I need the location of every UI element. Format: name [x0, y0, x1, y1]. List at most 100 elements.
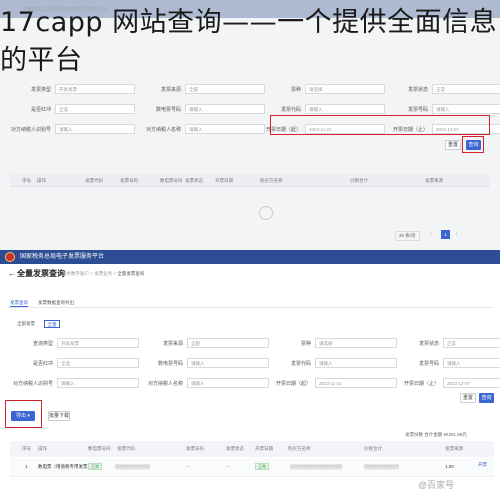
- bottom-field-input[interactable]: 请输入: [315, 358, 397, 368]
- summary-text: 发票份数 合计金额 ¥5351.96元: [405, 432, 467, 437]
- bottom-field-label: 查询类型: [32, 341, 53, 347]
- top-reset-button[interactable]: 重置: [445, 140, 461, 150]
- top-prev-page-icon[interactable]: ‹: [430, 231, 432, 236]
- bottom-field-input[interactable]: 全部: [187, 338, 269, 348]
- bottom-field-label: 发票号码: [418, 361, 439, 367]
- bottom-column-header: 开票日期: [255, 446, 273, 451]
- top-field-label: 票种: [290, 87, 301, 93]
- top-date-range-highlight: [270, 115, 490, 135]
- top-column-header: 购买方名称: [260, 178, 283, 183]
- top-next-page-icon[interactable]: ›: [456, 231, 458, 236]
- top-field-label: 是否红冲: [30, 107, 51, 113]
- bottom-field-input[interactable]: 全选: [57, 358, 139, 368]
- row-type: 数电票（增值税专用发票）: [38, 464, 92, 469]
- top-field-label: 发票代码: [280, 107, 301, 113]
- tax-emblem-icon: [5, 252, 15, 262]
- top-column-header: 发票代码: [85, 178, 103, 183]
- sub-tab-full-chip[interactable]: 全量: [44, 320, 60, 328]
- top-field-label: 发票号码: [407, 107, 428, 113]
- export-button[interactable]: 导出 ▾: [11, 411, 35, 421]
- export-label: 导出: [16, 413, 27, 419]
- top-field-label: 对方纳税人识别号: [10, 127, 51, 133]
- bottom-field-label: 发票状态: [418, 341, 439, 347]
- bottom-field-input[interactable]: 请输入: [443, 358, 500, 368]
- top-column-header: 数电票号码: [160, 178, 183, 183]
- row-view-link[interactable]: 开票: [478, 462, 487, 468]
- top-field-input[interactable]: 请输入: [305, 104, 385, 114]
- bottom-field-label: 是否红冲: [32, 361, 53, 367]
- top-current-page[interactable]: 1: [441, 230, 450, 239]
- row-invoice-number-blurred: ▒▒▒▒▒▒▒▒▒▒▒▒: [115, 464, 150, 469]
- bottom-column-header: 数电票号码: [88, 446, 111, 451]
- row-amount: 1.00: [445, 464, 454, 469]
- row-code-empty: —: [186, 464, 191, 469]
- bottom-field-label: 票种: [300, 341, 311, 347]
- top-field-input[interactable]: 正常: [432, 84, 500, 94]
- bottom-field-input[interactable]: 请输入: [187, 378, 269, 388]
- top-field-input[interactable]: 全选: [55, 104, 135, 114]
- bottom-query-button[interactable]: 查询: [479, 393, 494, 403]
- bottom-reset-button[interactable]: 重置: [460, 393, 476, 403]
- top-column-header: 发票号码: [120, 178, 138, 183]
- breadcrumb: 税务数字账户 > 发票业务 > 全量发票查询: [62, 271, 145, 276]
- row-status-badge: 正常: [88, 463, 102, 470]
- bottom-field-input[interactable]: 请选择: [315, 338, 397, 348]
- bottom-field-input[interactable]: 请输入: [187, 358, 269, 368]
- top-page-size-select[interactable]: 20 条/页: [395, 231, 420, 241]
- bottom-column-header: 价税合计: [364, 446, 382, 451]
- watermark: @百家号: [418, 480, 455, 490]
- bottom-field-input[interactable]: 开具发票: [57, 338, 139, 348]
- top-field-label: 数电票号码: [155, 107, 181, 113]
- bottom-field-label: 开票日期（起）: [275, 381, 311, 387]
- top-field-input[interactable]: 请输入: [432, 104, 500, 114]
- bottom-column-header: 购买方名称: [288, 446, 311, 451]
- top-field-label: 发票来源: [160, 87, 181, 93]
- top-field-label: 发票类型: [30, 87, 51, 93]
- top-query-button[interactable]: 查询: [466, 140, 481, 150]
- top-field-input[interactable]: 请输入: [55, 124, 135, 134]
- empty-state-icon: [259, 206, 273, 220]
- bottom-column-header: 发票号码: [186, 446, 204, 451]
- row-buyer-blurred: ▒▒▒▒▒▒▒▒▒▒▒▒▒▒▒▒▒▒: [290, 464, 342, 469]
- row-seller-blurred: ▒▒▒▒▒▒▒▒▒▒▒▒: [364, 464, 399, 469]
- top-table-divider: [10, 186, 490, 187]
- top-column-header: 操作: [37, 178, 46, 183]
- overlay-title: 17capp 网站查询——一个提供全面信息的平台: [0, 7, 498, 76]
- tab-invoice-export[interactable]: 发票数据查询导出: [38, 300, 74, 306]
- top-table-header: [10, 174, 490, 186]
- top-field-label: 对方纳税人名称: [145, 127, 181, 133]
- bottom-header-bar: 国家税务总局电子发票服务平台: [0, 250, 500, 264]
- top-column-header: 发票状态: [185, 178, 203, 183]
- bottom-field-input[interactable]: 2023-11-21: [315, 378, 397, 388]
- bottom-column-header: 操作: [38, 446, 47, 451]
- bottom-header-title: 国家税务总局电子发票服务平台: [20, 254, 105, 260]
- top-column-header: 价税合计: [350, 178, 368, 183]
- batch-download-button[interactable]: 批量下载: [48, 411, 70, 421]
- bottom-column-header: 发票代码: [117, 446, 135, 451]
- bottom-field-input[interactable]: 2023-12-07: [443, 378, 500, 388]
- bottom-table-header: [10, 441, 494, 457]
- bottom-field-label: 数电票号码: [157, 361, 183, 367]
- top-field-label: 发票状态: [407, 87, 428, 93]
- top-field-input[interactable]: 请选择: [305, 84, 385, 94]
- top-field-input[interactable]: 开具发票: [55, 84, 135, 94]
- sub-tab-all[interactable]: 全部发票: [17, 321, 35, 327]
- back-arrow-icon[interactable]: ←: [8, 269, 16, 278]
- breadcrumb-item[interactable]: 税务数字账户: [62, 271, 89, 276]
- row-index: 1: [25, 464, 28, 469]
- bottom-field-label: 发票来源: [162, 341, 183, 347]
- bottom-column-header: 序号: [22, 446, 31, 451]
- tab-bar-line: [8, 307, 492, 308]
- row-status-badge-2: 正常: [255, 463, 269, 470]
- top-column-header: 序号: [22, 178, 31, 183]
- bottom-column-header: 发票状态: [226, 446, 244, 451]
- bottom-field-label: 对方纳税人名称: [147, 381, 183, 387]
- bottom-field-label: 发票代码: [290, 361, 311, 367]
- breadcrumb-item[interactable]: 发票业务: [94, 271, 112, 276]
- page-title: 全量发票查询: [17, 269, 65, 278]
- bottom-field-input[interactable]: 请输入: [57, 378, 139, 388]
- row-number-empty: —: [226, 464, 231, 469]
- bottom-field-label: 开票日期（止）: [403, 381, 439, 387]
- bottom-field-input[interactable]: 正常: [443, 338, 500, 348]
- tab-invoice-query[interactable]: 发票查询: [10, 300, 28, 307]
